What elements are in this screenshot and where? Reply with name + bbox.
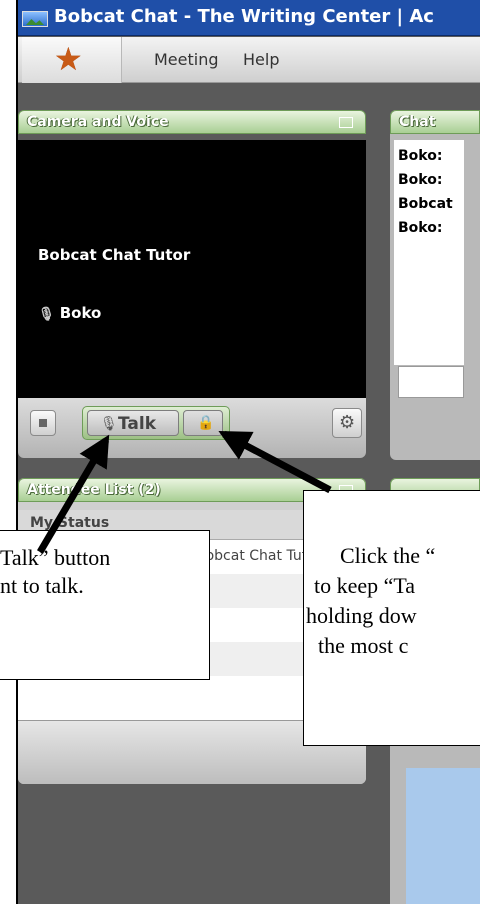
menu-meeting[interactable]: Meeting (154, 50, 219, 69)
chat-line: Boko: (398, 148, 443, 164)
talk-label: Talk (118, 414, 157, 434)
speaker-row: 🎙 Boko (38, 304, 101, 322)
microphone-icon: 🎙 (38, 307, 55, 322)
microphone-icon: 🎙 (100, 416, 118, 432)
callout-left-line: Talk” button (0, 545, 111, 570)
chat-panel-title: Chat (399, 114, 436, 130)
window-title: Bobcat Chat - The Writing Center | Ac (54, 6, 434, 27)
callout-right-line: Click the “ (340, 543, 436, 568)
talk-button-group: 🎙 Talk 🔒 (82, 406, 230, 440)
talk-button[interactable]: 🎙 Talk (87, 410, 179, 436)
tutor-label: Bobcat Chat Tutor (38, 246, 191, 264)
callout-right-line: to keep “Ta (314, 573, 416, 598)
settings-button[interactable]: ⚙ (332, 408, 362, 438)
chat-messages: Boko: Boko: Bobcat Boko: (394, 140, 464, 365)
camera-video-area: Bobcat Chat Tutor 🎙 Boko (18, 140, 366, 398)
chat-line: Boko: (398, 220, 443, 236)
callout-left: Talk” button nt to talk. (0, 530, 210, 680)
callout-right: Click the “ to keep “Ta holding dow the … (303, 490, 480, 746)
star-menu-button[interactable]: ★ (22, 37, 122, 83)
camera-panel-title: Camera and Voice (27, 114, 169, 130)
status-header-label: My Status (30, 515, 110, 531)
camera-footer: 🎙 Talk 🔒 ⚙ (18, 398, 366, 458)
chat-line: Boko: (398, 172, 443, 188)
square-icon (39, 419, 47, 427)
attendee-panel-title: Attendee List (2) (27, 482, 161, 498)
chat-line: Bobcat (398, 196, 453, 212)
chat-input[interactable] (398, 366, 464, 398)
maximize-icon[interactable] (339, 117, 353, 128)
star-icon: ★ (54, 40, 83, 78)
gear-icon: ⚙ (339, 412, 356, 433)
title-bar: Bobcat Chat - The Writing Center | Ac (18, 0, 480, 36)
menu-help[interactable]: Help (243, 50, 279, 69)
lock-icon: 🔒 (197, 415, 215, 431)
callout-right-line: the most c (318, 633, 409, 658)
camera-panel-header: Camera and Voice (18, 110, 366, 134)
callout-left-line: nt to talk. (0, 573, 84, 598)
chat-panel-header: Chat (390, 110, 480, 134)
menu-bar: ★ Meeting Help (18, 37, 480, 83)
stop-button[interactable] (30, 410, 56, 436)
app-icon (22, 11, 48, 27)
speaker-name: Boko (59, 304, 102, 322)
callout-right-line: holding dow (306, 603, 417, 628)
lock-talk-button[interactable]: 🔒 (183, 410, 223, 436)
share-content-area (406, 768, 480, 904)
